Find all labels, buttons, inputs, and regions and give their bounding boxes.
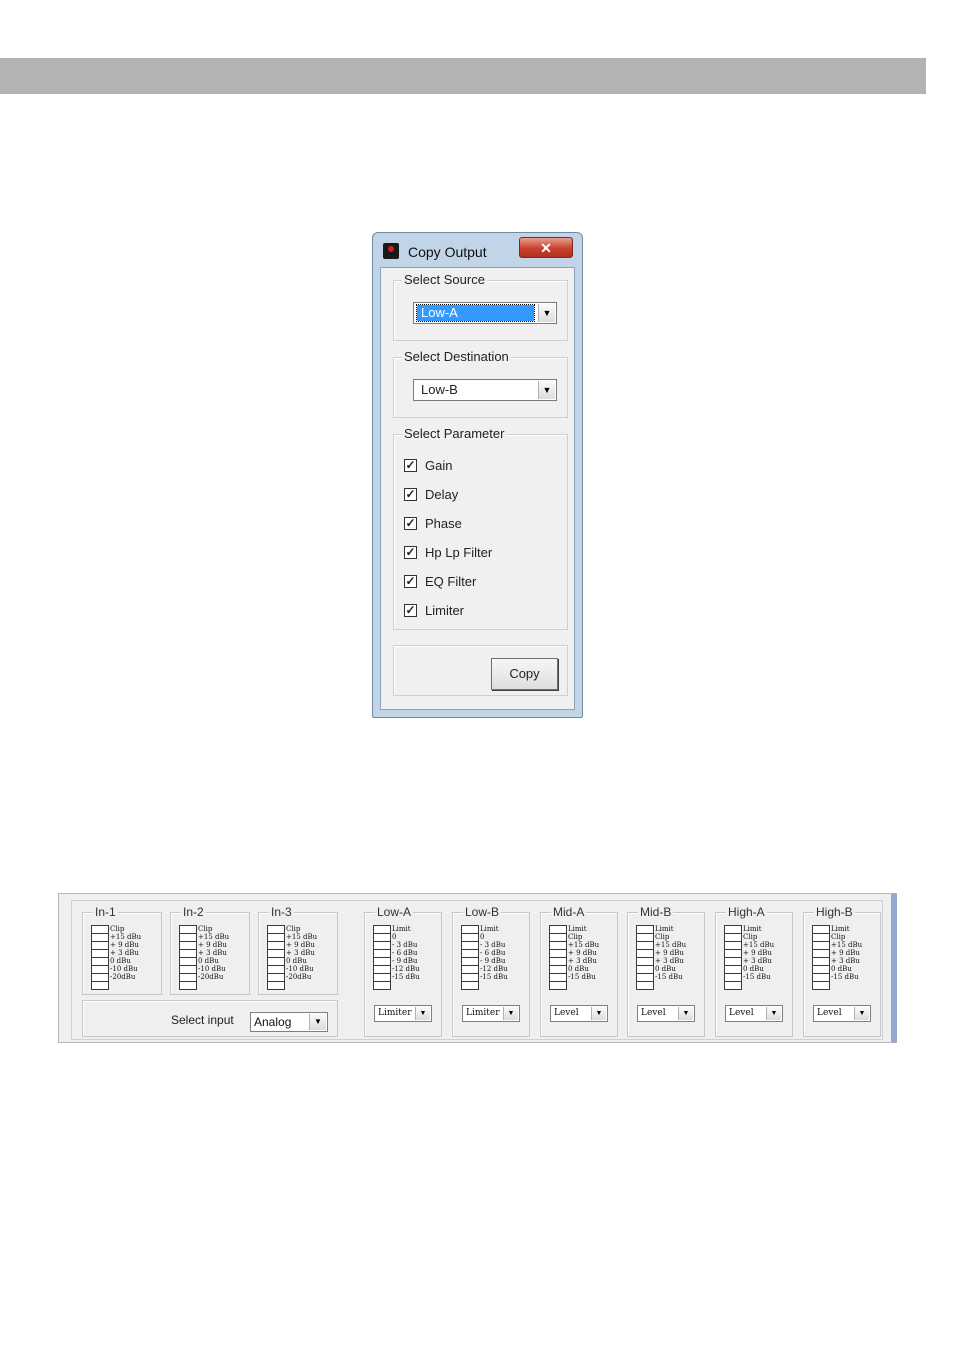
chevron-down-icon[interactable]: ▼ <box>538 381 555 399</box>
chevron-down-icon[interactable]: ▼ <box>678 1007 693 1020</box>
checkmark-icon[interactable]: ✓ <box>404 546 417 559</box>
gain-label: Gain <box>425 458 453 473</box>
chevron-down-icon[interactable]: ▼ <box>854 1007 869 1020</box>
source-select[interactable]: Low-A ▼ <box>413 302 557 324</box>
meter-mode-value: Level <box>554 1008 579 1018</box>
meter-scale: Limit Clip +15 dBu + 9 dBu + 3 dBu 0 dBu -15 d… <box>568 925 600 981</box>
phase-label: Phase <box>425 516 462 531</box>
channel-low-b: Low-B Limit 0- 3 dBu - 6 dBu - 9 dBu -12 dBu… <box>452 905 530 1037</box>
level-meter <box>267 925 285 990</box>
level-meter <box>724 925 742 990</box>
meter-mode-value: Level <box>641 1008 666 1018</box>
destination-select[interactable]: Low-B ▼ <box>413 379 557 401</box>
chevron-down-icon[interactable]: ▼ <box>309 1014 326 1030</box>
app-icon <box>383 243 399 259</box>
select-input-label: Select input <box>171 1013 234 1027</box>
channel-high-a: High-A Limit Clip +15 dBu + 9 dBu + 3 dBu 0 d… <box>715 905 793 1037</box>
select-parameter-label: Select Parameter <box>402 426 507 441</box>
delay-label: Delay <box>425 487 459 502</box>
checkmark-icon[interactable]: ✓ <box>404 517 417 530</box>
meter-mode-select[interactable]: Level ▼ <box>725 1005 783 1022</box>
hp-lp-filter-label: Hp Lp Filter <box>425 545 493 560</box>
channel-name: High-A <box>726 905 767 919</box>
chevron-down-icon[interactable]: ▼ <box>766 1007 781 1020</box>
checkmark-icon[interactable]: ✓ <box>404 459 417 472</box>
copy-output-dialog: Copy Output ✕ Select Source Low-A ▼ Sele… <box>372 232 583 718</box>
channel-in-3: In-3 Clip +15 dBu + 9 dBu + 3 dBu 0 dBu -10 d… <box>258 905 338 995</box>
dialog-client-area: Select Source Low-A ▼ Select Destination… <box>380 267 575 710</box>
copy-button[interactable]: Copy <box>491 658 558 690</box>
select-input-value: Analog <box>254 1015 292 1029</box>
page-header-bar <box>0 58 926 94</box>
select-source-label: Select Source <box>402 272 487 287</box>
meter-mode-select[interactable]: Limiter ▼ <box>462 1005 520 1022</box>
level-meter <box>179 925 197 990</box>
select-parameter-group: Select Parameter ✓ Gain ✓ Delay ✓ Phase … <box>393 426 568 630</box>
select-destination-group: Select Destination Low-B ▼ <box>393 349 568 418</box>
select-source-group: Select Source Low-A ▼ <box>393 272 568 341</box>
channel-name: Low-A <box>375 905 414 919</box>
checkmark-icon[interactable]: ✓ <box>404 575 417 588</box>
channel-name: In-1 <box>93 905 118 919</box>
copy-button-group: Copy <box>393 645 568 696</box>
close-button[interactable]: ✕ <box>519 237 573 258</box>
chevron-down-icon[interactable]: ▼ <box>538 304 555 322</box>
dialog-title: Copy Output <box>408 244 487 260</box>
level-meter <box>636 925 654 990</box>
select-input-dropdown[interactable]: Analog ▼ <box>250 1012 328 1032</box>
channel-name: Low-B <box>463 905 502 919</box>
level-meter <box>812 925 830 990</box>
channel-mid-b: Mid-B Limit Clip +15 dBu + 9 dBu + 3 dBu 0 dB… <box>627 905 705 1037</box>
eq-filter-label: EQ Filter <box>425 574 477 589</box>
channel-high-b: High-B Limit Clip +15 dBu + 9 dBu + 3 dBu 0 d… <box>803 905 881 1037</box>
meter-scale: Limit Clip +15 dBu + 9 dBu + 3 dBu 0 dBu -15 d… <box>655 925 687 981</box>
checkmark-icon[interactable]: ✓ <box>404 488 417 501</box>
dialog-titlebar[interactable]: Copy Output ✕ <box>373 233 582 267</box>
meter-scale: Limit 0- 3 dBu - 6 dBu - 9 dBu -12 dBu -15 dB… <box>480 925 508 981</box>
meter-scale: Limit Clip +15 dBu + 9 dBu + 3 dBu 0 dBu -15 d… <box>831 925 863 981</box>
level-meter <box>91 925 109 990</box>
meter-mode-select[interactable]: Limiter ▼ <box>374 1005 432 1022</box>
meter-mode-select[interactable]: Level ▼ <box>550 1005 608 1022</box>
meter-scale: Limit Clip +15 dBu + 9 dBu + 3 dBu 0 dBu -15 d… <box>743 925 775 981</box>
level-meter <box>549 925 567 990</box>
meter-mode-select[interactable]: Level ▼ <box>637 1005 695 1022</box>
level-meter <box>461 925 479 990</box>
meter-mode-value: Limiter <box>466 1008 500 1018</box>
channel-name: Mid-A <box>551 905 587 919</box>
level-meters-panel: In-1 Clip +15 dBu + 9 dBu + 3 dBu 0 dBu -10 d… <box>58 893 897 1043</box>
channel-low-a: Low-A Limit 0- 3 dBu - 6 dBu - 9 dBu -12 dBu… <box>364 905 442 1037</box>
channel-in-2: In-2 Clip +15 dBu + 9 dBu + 3 dBu 0 dBu -10 d… <box>170 905 250 995</box>
chevron-down-icon[interactable]: ▼ <box>503 1007 518 1020</box>
checkmark-icon[interactable]: ✓ <box>404 604 417 617</box>
source-select-value: Low-A <box>416 304 535 322</box>
select-input-box: Select input Analog ▼ <box>82 1000 338 1037</box>
level-meters-frame: In-1 Clip +15 dBu + 9 dBu + 3 dBu 0 dBu -10 d… <box>71 900 883 1040</box>
channel-mid-a: Mid-A Limit Clip +15 dBu + 9 dBu + 3 dBu 0 dB… <box>540 905 618 1037</box>
channel-name: Mid-B <box>638 905 674 919</box>
channel-in-1: In-1 Clip +15 dBu + 9 dBu + 3 dBu 0 dBu -10 d… <box>82 905 162 995</box>
meter-mode-select[interactable]: Level ▼ <box>813 1005 871 1022</box>
channel-name: High-B <box>814 905 855 919</box>
meter-scale: Clip +15 dBu + 9 dBu + 3 dBu 0 dBu -10 dBu -20… <box>286 925 318 981</box>
meter-mode-value: Level <box>729 1008 754 1018</box>
limiter-label: Limiter <box>425 603 465 618</box>
channel-name: In-2 <box>181 905 206 919</box>
meter-mode-value: Limiter <box>378 1008 412 1018</box>
chevron-down-icon[interactable]: ▼ <box>415 1007 430 1020</box>
channel-name: In-3 <box>269 905 294 919</box>
meter-scale: Clip +15 dBu + 9 dBu + 3 dBu 0 dBu -10 dBu -20… <box>110 925 142 981</box>
destination-select-value: Low-B <box>421 382 458 397</box>
chevron-down-icon[interactable]: ▼ <box>591 1007 606 1020</box>
level-meter <box>373 925 391 990</box>
meter-scale: Clip +15 dBu + 9 dBu + 3 dBu 0 dBu -10 dBu -20… <box>198 925 230 981</box>
meter-scale: Limit 0- 3 dBu - 6 dBu - 9 dBu -12 dBu -15 dB… <box>392 925 420 981</box>
select-destination-label: Select Destination <box>402 349 511 364</box>
meter-mode-value: Level <box>817 1008 842 1018</box>
